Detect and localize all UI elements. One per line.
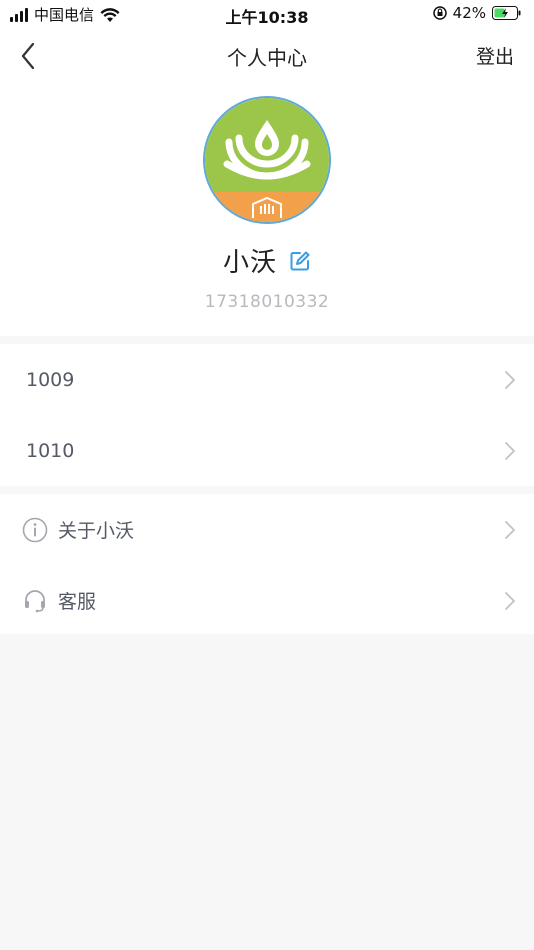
nav-header: 个人中心 登出 <box>0 28 534 84</box>
list-item-1010[interactable]: 1010 <box>0 415 534 486</box>
list-item-1009[interactable]: 1009 <box>0 344 534 415</box>
battery-icon <box>492 6 521 20</box>
list-item-customer-service[interactable]: 客服 <box>0 565 534 636</box>
chevron-right-icon <box>505 520 515 539</box>
list-item-label: 关于小沃 <box>58 520 135 542</box>
list-item-about[interactable]: 关于小沃 <box>0 494 534 565</box>
chevron-right-icon <box>505 370 515 389</box>
list-item-label: 1010 <box>26 439 75 462</box>
headset-icon <box>22 588 48 614</box>
logout-button[interactable]: 登出 <box>476 42 514 69</box>
chevron-right-icon <box>505 591 515 610</box>
edit-icon[interactable] <box>289 250 311 272</box>
page-title: 个人中心 <box>227 46 307 70</box>
phone-number: 17318010332 <box>204 292 330 312</box>
device-list: 1009 1010 <box>0 344 534 486</box>
app-logo-icon <box>205 98 329 222</box>
status-bar: 中国电信 上午10:38 42% <box>0 0 534 28</box>
profile-card: 小沃 17318010332 <box>0 84 534 336</box>
rotation-lock-icon <box>432 6 447 20</box>
status-right: 42% <box>432 4 522 22</box>
avatar[interactable] <box>203 96 331 224</box>
name-row: 小沃 <box>0 242 534 279</box>
info-icon <box>22 517 48 543</box>
chevron-right-icon <box>505 441 515 460</box>
settings-list: 关于小沃 客服 <box>0 494 534 634</box>
list-item-label: 1009 <box>26 368 75 391</box>
user-name: 小沃 <box>222 248 277 278</box>
list-item-label: 客服 <box>58 591 97 613</box>
battery-percent: 42% <box>452 4 486 22</box>
